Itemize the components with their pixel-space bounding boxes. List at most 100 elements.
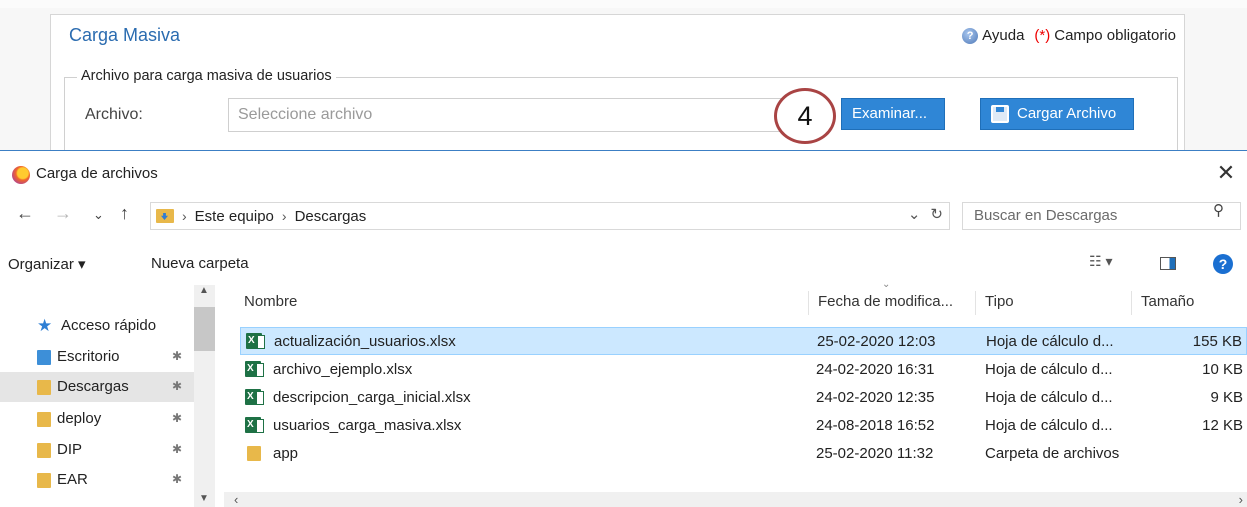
recent-locations-chevron-icon[interactable]: ⌄ <box>93 207 104 223</box>
search-input[interactable]: Buscar en Descargas <box>962 202 1241 230</box>
refresh-icon[interactable]: ↻ <box>930 205 943 223</box>
nav-item-ear[interactable]: EAR ✱ <box>0 465 194 495</box>
address-dropdown-icon[interactable]: ⌄ <box>908 205 921 223</box>
breadcrumb-descargas[interactable]: Descargas <box>295 208 367 225</box>
column-header-fecha[interactable]: Fecha de modifica... <box>818 285 953 323</box>
file-list-hscrollbar[interactable]: ‹ › <box>224 492 1247 507</box>
column-header-tipo[interactable]: Tipo <box>985 285 1014 323</box>
help-area: ? Ayuda (*) Campo obligatorio <box>962 27 1176 44</box>
scroll-up-icon[interactable]: ▲ <box>199 285 209 296</box>
nav-item-descargas[interactable]: Descargas ✱ <box>0 372 194 402</box>
nav-pane-scroll-thumb[interactable] <box>194 307 215 351</box>
file-name: archivo_ejemplo.xlsx <box>273 361 413 378</box>
breadcrumb-separator-icon[interactable]: › <box>182 208 187 224</box>
file-date: 25-02-2020 12:03 <box>817 333 936 350</box>
examinar-button[interactable]: Examinar... <box>841 98 945 130</box>
close-icon[interactable]: ✕ <box>1213 160 1239 186</box>
file-row[interactable]: X descripcion_carga_inicial.xlsx 24-02-2… <box>240 384 1247 412</box>
dialog-titlebar[interactable]: Carga de archivos ✕ <box>0 151 1247 197</box>
folder-icon <box>37 473 51 488</box>
nav-item-label: Escritorio <box>57 348 120 365</box>
nav-item-dip[interactable]: DIP ✱ <box>0 435 194 465</box>
archivo-input[interactable]: Seleccione archivo <box>228 98 788 132</box>
address-actions: ⌄ ↻ <box>908 205 943 223</box>
file-size: 10 KB <box>1202 361 1243 378</box>
file-type: Hoja de cálculo d... <box>985 417 1113 434</box>
scroll-down-icon[interactable]: ▼ <box>199 493 209 504</box>
breadcrumb-este-equipo[interactable]: Este equipo <box>195 208 274 225</box>
help-icon[interactable]: ? <box>1213 254 1233 274</box>
column-divider[interactable] <box>975 291 976 315</box>
file-name: app <box>273 445 299 462</box>
quick-access-label: Acceso rápido <box>61 317 157 334</box>
excel-icon: X <box>246 333 265 349</box>
file-row[interactable]: X archivo_ejemplo.xlsx 24-02-2020 16:31 … <box>240 356 1247 384</box>
column-divider[interactable] <box>808 291 809 315</box>
column-header-nombre[interactable]: Nombre <box>244 285 297 323</box>
pin-icon: ✱ <box>172 379 183 393</box>
downloads-folder-icon <box>156 209 174 223</box>
nav-item-label: deploy <box>57 410 102 427</box>
web-page: Carga Masiva ? Ayuda (*) Campo obligator… <box>0 0 1247 160</box>
pin-icon: ✱ <box>172 411 183 425</box>
nav-item-label: EAR <box>57 471 88 488</box>
nueva-carpeta-button[interactable]: Nueva carpeta <box>151 255 249 272</box>
column-header-tamano[interactable]: Tamaño <box>1141 285 1194 323</box>
file-name: actualización_usuarios.xlsx <box>274 333 456 350</box>
forward-arrow-icon[interactable]: → <box>54 203 72 224</box>
file-type: Hoja de cálculo d... <box>985 389 1113 406</box>
address-bar[interactable]: › Este equipo › Descargas ⌄ ↻ <box>150 202 950 230</box>
scroll-right-icon[interactable]: › <box>1239 492 1243 507</box>
file-name: descripcion_carga_inicial.xlsx <box>273 389 471 406</box>
pin-icon: ✱ <box>172 442 183 456</box>
file-name: usuarios_carga_masiva.xlsx <box>273 417 462 434</box>
cargar-archivo-button[interactable]: Cargar Archivo <box>980 98 1134 130</box>
folder-icon <box>37 443 51 458</box>
excel-icon: X <box>245 361 264 377</box>
nav-item-escritorio[interactable]: Escritorio ✱ <box>0 342 194 372</box>
nav-item-deploy[interactable]: deploy ✱ <box>0 404 194 434</box>
file-date: 24-08-2018 16:52 <box>816 417 935 434</box>
pin-icon: ✱ <box>172 472 183 486</box>
carga-masiva-panel: Carga Masiva ? Ayuda (*) Campo obligator… <box>50 14 1185 160</box>
navigation-pane: ★ Acceso rápido Escritorio ✱ Descargas ✱… <box>0 285 215 507</box>
help-link[interactable]: Ayuda <box>982 27 1024 44</box>
breadcrumb-separator-icon[interactable]: › <box>282 208 287 224</box>
up-arrow-icon[interactable]: ↑ <box>120 203 129 224</box>
cargar-archivo-label: Cargar Archivo <box>1017 105 1117 122</box>
firefox-icon <box>12 166 30 184</box>
preview-pane-icon[interactable] <box>1160 257 1176 270</box>
file-size: 9 KB <box>1210 389 1243 406</box>
column-divider[interactable] <box>1131 291 1132 315</box>
dialog-title: Carga de archivos <box>36 165 158 182</box>
help-icon[interactable]: ? <box>962 27 979 44</box>
file-size: 12 KB <box>1202 417 1243 434</box>
organizar-menu[interactable]: Organizar ▾ <box>8 255 86 273</box>
file-list: Nombre ⌄ Fecha de modifica... Tipo Tamañ… <box>224 279 1247 507</box>
view-options-icon[interactable]: ☷ ▾ <box>1089 253 1112 270</box>
save-icon <box>991 105 1009 123</box>
search-icon[interactable]: ⚲ <box>1213 201 1224 219</box>
file-date: 24-02-2020 12:35 <box>816 389 935 406</box>
desktop-folder-icon <box>37 350 51 365</box>
file-date: 24-02-2020 16:31 <box>816 361 935 378</box>
file-row[interactable]: X actualización_usuarios.xlsx 25-02-2020… <box>240 327 1247 355</box>
step-number-badge: 4 <box>774 88 836 144</box>
excel-icon: X <box>245 389 264 405</box>
panel-title: Carga Masiva <box>69 25 181 45</box>
upload-fieldset: Archivo para carga masiva de usuarios Ar… <box>64 68 1178 157</box>
nav-item-label: Descargas <box>57 378 129 395</box>
fieldset-legend: Archivo para carga masiva de usuarios <box>77 68 336 84</box>
file-type: Hoja de cálculo d... <box>985 361 1113 378</box>
archivo-label: Archivo: <box>85 106 143 123</box>
back-arrow-icon[interactable]: ← <box>16 203 34 224</box>
scroll-left-icon[interactable]: ‹ <box>234 492 238 507</box>
star-icon: ★ <box>37 316 53 335</box>
pin-icon: ✱ <box>172 349 183 363</box>
nav-item-label: DIP <box>57 441 83 458</box>
quick-access-item[interactable]: ★ Acceso rápido <box>0 311 194 341</box>
file-row[interactable]: X usuarios_carga_masiva.xlsx 24-08-2018 … <box>240 412 1247 440</box>
downloads-folder-icon <box>37 380 51 395</box>
file-row[interactable]: app 25-02-2020 11:32 Carpeta de archivos <box>240 440 1247 468</box>
screen: Carga Masiva ? Ayuda (*) Campo obligator… <box>0 0 1247 507</box>
